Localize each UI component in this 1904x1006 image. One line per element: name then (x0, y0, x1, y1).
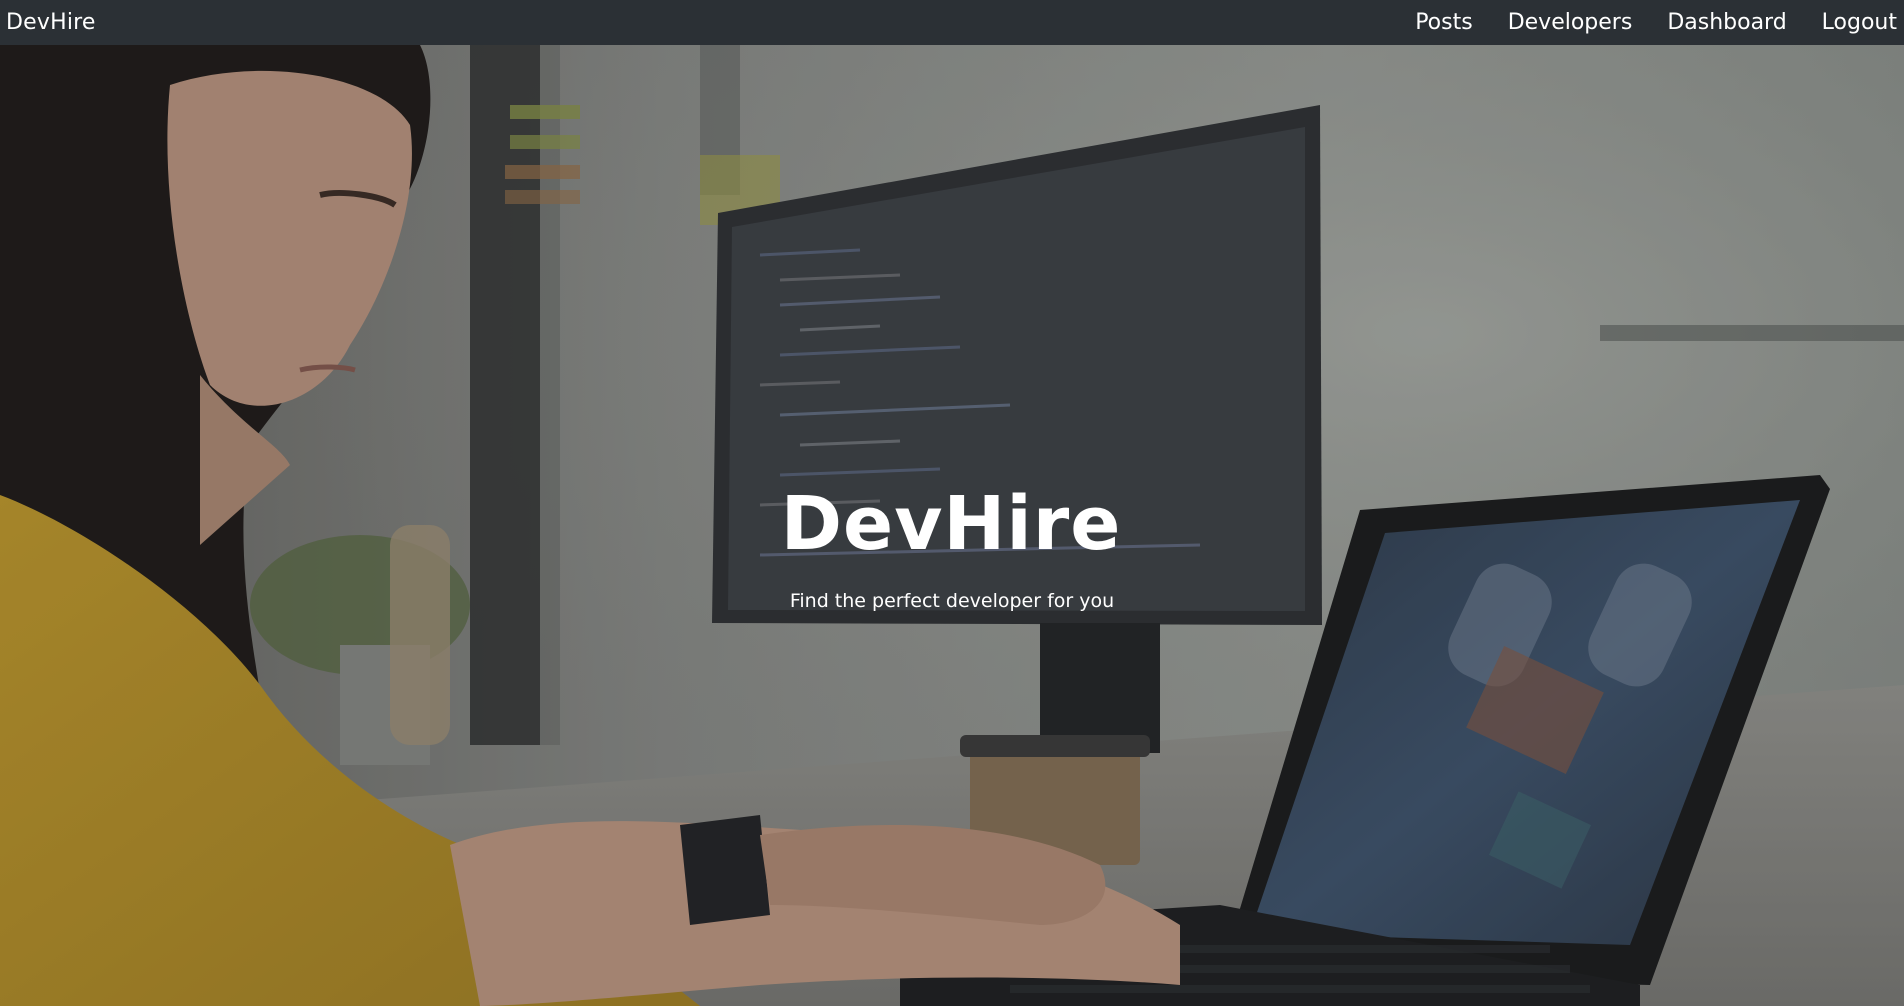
top-navbar: DevHire Posts Developers Dashboard Logou… (0, 0, 1904, 45)
hero-subtitle: Find the perfect developer for you (0, 590, 1904, 612)
nav-link-logout[interactable]: Logout (1822, 10, 1897, 35)
hero-title-text: DevHire (780, 481, 1122, 567)
nav-link-developers[interactable]: Developers (1508, 10, 1633, 35)
nav-link-posts[interactable]: Posts (1415, 10, 1473, 35)
hero-section: DevHire Find the perfect developer for y… (0, 45, 1904, 1006)
hero-subtitle-text: Find the perfect developer for you (789, 590, 1115, 612)
hero-title: DevHire (0, 481, 1904, 567)
nav-links: Posts Developers Dashboard Logout (1415, 10, 1898, 35)
brand-logo-link[interactable]: DevHire (6, 10, 96, 35)
nav-link-dashboard[interactable]: Dashboard (1667, 10, 1786, 35)
